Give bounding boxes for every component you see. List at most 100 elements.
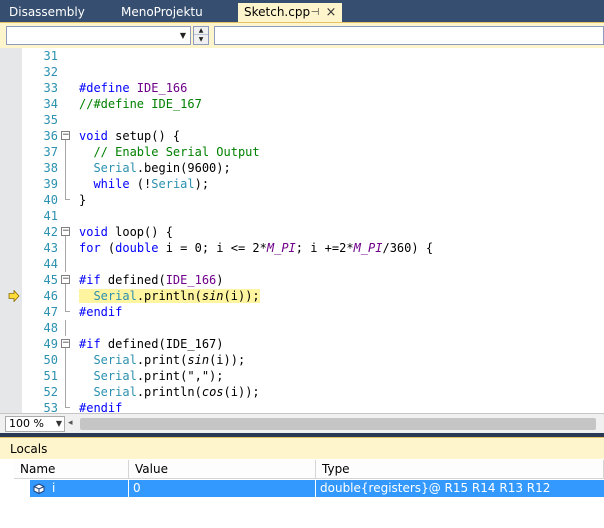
code-text: #endif bbox=[79, 304, 122, 320]
line-number: 31 bbox=[43, 49, 58, 63]
cell-value[interactable]: 0 bbox=[129, 480, 316, 497]
code-token: } bbox=[79, 193, 87, 207]
outline-indicator[interactable]: − bbox=[60, 128, 72, 144]
code-line[interactable]: 48 bbox=[0, 320, 604, 336]
code-token: while bbox=[93, 177, 130, 191]
tab-menoprojektu[interactable]: MenoProjektu bbox=[115, 3, 235, 22]
column-header-value[interactable]: Value bbox=[129, 460, 316, 479]
code-line[interactable]: 44 bbox=[0, 256, 604, 272]
code-token: Serial bbox=[151, 177, 195, 191]
code-text: Serial.println(sin(i)); bbox=[79, 288, 260, 304]
code-line[interactable]: 33 #define IDE_166 bbox=[0, 80, 604, 96]
code-token: void bbox=[79, 129, 108, 143]
zoom-value: 100 % bbox=[9, 417, 44, 430]
code-token: defined(IDE_167) bbox=[107, 337, 224, 351]
code-line[interactable]: 49− #if defined(IDE_167) bbox=[0, 336, 604, 352]
code-token: ); bbox=[194, 177, 210, 191]
horizontal-scrollbar-thumb[interactable] bbox=[80, 418, 596, 430]
code-line[interactable]: 36− void setup() { bbox=[0, 128, 604, 144]
outline-indicator[interactable]: − bbox=[60, 224, 72, 240]
table-row[interactable]: i 0 double{registers}@ R15 R14 R13 R12 bbox=[0, 480, 604, 497]
code-line[interactable]: 47 #endif bbox=[0, 304, 604, 320]
line-number: 44 bbox=[43, 257, 58, 271]
code-token: IDE_166 bbox=[136, 81, 188, 95]
code-line[interactable]: 41 bbox=[0, 208, 604, 224]
code-line[interactable]: 39 while (!Serial); bbox=[0, 176, 604, 192]
column-header-type[interactable]: Type bbox=[316, 460, 604, 479]
outline-indicator[interactable]: − bbox=[60, 272, 72, 288]
code-token: Serial bbox=[93, 161, 137, 175]
line-number: 34 bbox=[43, 97, 58, 111]
tab-disassembly[interactable]: Disassembly bbox=[3, 3, 113, 22]
scroll-left-icon[interactable]: ◂ bbox=[68, 418, 73, 428]
code-token: double bbox=[115, 241, 159, 255]
collapse-icon[interactable]: − bbox=[61, 275, 70, 284]
line-number: 41 bbox=[43, 209, 58, 223]
column-header-name[interactable]: Name bbox=[14, 460, 129, 479]
code-line[interactable]: 51 Serial.print(","); bbox=[0, 368, 604, 384]
code-token: M_PI bbox=[353, 241, 383, 255]
code-line[interactable]: 34 //#define IDE_167 bbox=[0, 96, 604, 112]
code-token: .print(","); bbox=[136, 369, 224, 383]
editor-status-bar: 100 % ▼ ◂ bbox=[0, 413, 604, 433]
code-token: (i)); bbox=[223, 289, 260, 303]
code-line[interactable]: 50 Serial.print(sin(i)); bbox=[0, 352, 604, 368]
variable-name: i bbox=[52, 481, 56, 495]
code-line[interactable]: 35 bbox=[0, 112, 604, 128]
code-token: ; i +=2* bbox=[295, 241, 354, 255]
variable-icon bbox=[33, 483, 45, 494]
cell-type[interactable]: double{registers}@ R15 R14 R13 R12 bbox=[316, 480, 604, 497]
code-line[interactable]: 42− void loop() { bbox=[0, 224, 604, 240]
collapse-icon[interactable]: − bbox=[61, 339, 70, 348]
tab-sketch-cpp[interactable]: Sketch.cpp ⊣ × bbox=[238, 3, 342, 22]
code-line[interactable]: 38 Serial.begin(9600); bbox=[0, 160, 604, 176]
chevron-down-icon[interactable]: ▼ bbox=[56, 417, 62, 431]
code-token: sin bbox=[187, 353, 210, 367]
code-token: i = 0; i <= 2* bbox=[158, 241, 267, 255]
line-number: 42 bbox=[43, 225, 58, 239]
locals-grid: Name Value Type i 0 double{registers}@ R… bbox=[0, 459, 604, 528]
close-icon[interactable]: × bbox=[324, 3, 338, 22]
line-number: 48 bbox=[43, 321, 58, 335]
arrow-down-icon[interactable]: ▼ bbox=[194, 36, 208, 44]
outline-indicator bbox=[60, 400, 72, 413]
code-text: void setup() { bbox=[79, 128, 180, 144]
arrow-up-icon[interactable]: ▲ bbox=[194, 27, 208, 35]
scope-dropdown[interactable]: ▼ bbox=[6, 26, 191, 45]
chevron-down-icon[interactable]: ▼ bbox=[176, 27, 190, 44]
code-token: #endif bbox=[79, 305, 123, 319]
code-editor[interactable]: 31 32 33 #define IDE_166 34 //#define IDE_167… bbox=[0, 48, 604, 413]
outline-indicator bbox=[60, 176, 72, 192]
collapse-icon[interactable]: − bbox=[61, 131, 70, 140]
locals-title: Locals bbox=[10, 442, 48, 456]
code-token: Serial bbox=[93, 289, 137, 303]
line-number: 32 bbox=[43, 65, 58, 79]
outline-indicator bbox=[60, 384, 72, 400]
document-tab-strip: Disassembly MenoProjektu Sketch.cpp ⊣ × bbox=[0, 0, 604, 22]
code-token: for bbox=[79, 241, 101, 255]
code-line[interactable]: 32 bbox=[0, 64, 604, 80]
outline-indicator bbox=[60, 144, 72, 160]
line-number: 40 bbox=[43, 193, 58, 207]
code-token: M_PI bbox=[266, 241, 296, 255]
code-line[interactable]: 46 Serial.println(sin(i)); bbox=[0, 288, 604, 304]
code-line[interactable]: 40} bbox=[0, 192, 604, 208]
code-token: ) bbox=[216, 273, 224, 287]
code-line[interactable]: 37 // Enable Serial Output bbox=[0, 144, 604, 160]
pin-icon[interactable]: ⊣ bbox=[308, 3, 322, 22]
code-token: setup() { bbox=[107, 129, 181, 143]
zoom-level-dropdown[interactable]: 100 % ▼ bbox=[5, 416, 65, 432]
variable-type: double{registers}@ R15 R14 R13 R12 bbox=[320, 481, 551, 495]
outline-indicator bbox=[60, 320, 72, 336]
collapse-icon[interactable]: − bbox=[61, 227, 70, 236]
split-spin-button[interactable]: ▲ ▼ bbox=[193, 26, 209, 45]
code-line[interactable]: 31 bbox=[0, 48, 604, 64]
code-line[interactable]: 45− #if defined(IDE_166) bbox=[0, 272, 604, 288]
outline-indicator[interactable]: − bbox=[60, 336, 72, 352]
code-line[interactable]: 43 for (double i = 0; i <= 2*M_PI; i +=2*… bbox=[0, 240, 604, 256]
code-line[interactable]: 53 #endif bbox=[0, 400, 604, 413]
code-text: } bbox=[79, 192, 86, 208]
code-line[interactable]: 52 Serial.println(cos(i)); bbox=[0, 384, 604, 400]
code-text: Serial.print(sin(i)); bbox=[79, 352, 245, 368]
member-dropdown[interactable] bbox=[214, 26, 604, 45]
